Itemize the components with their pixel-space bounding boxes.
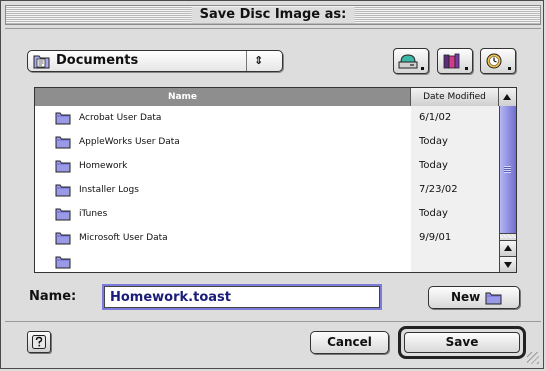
file-name: AppleWorks User Data [79, 137, 180, 147]
documents-folder-icon [33, 55, 50, 69]
name-cell: iTunes [35, 202, 411, 226]
list-item[interactable]: AppleWorks User Data Today [35, 130, 499, 154]
file-date: 6/1/02 [411, 106, 499, 130]
popup-divider [246, 51, 247, 71]
popup-arrows-icon: ⇕ [254, 54, 264, 67]
file-date: Today [411, 202, 499, 226]
list-item[interactable]: iTunes Today [35, 202, 499, 226]
list-item[interactable]: Installer Logs 7/23/02 [35, 178, 499, 202]
name-label: Name: [29, 289, 77, 304]
folder-name: Documents [56, 53, 139, 68]
scroll-down-arrow[interactable] [500, 256, 516, 272]
title-divider [5, 28, 541, 29]
help-icon [32, 335, 46, 349]
disk-shortcuts-icon [398, 54, 418, 69]
window-title: Save Disc Image as: [191, 7, 355, 23]
file-name: Homework [79, 161, 128, 171]
scroll-up-arrow[interactable] [500, 240, 516, 256]
recent-items-button[interactable] [480, 48, 516, 74]
disk-shortcuts-button[interactable] [393, 48, 429, 74]
bottom-divider [5, 321, 541, 322]
file-date: Today [411, 130, 499, 154]
column-header-name[interactable]: Name [35, 88, 411, 106]
file-name: Microsoft User Data [79, 233, 168, 243]
file-date: 9/9/01 [411, 226, 499, 250]
file-rows: Acrobat User Data 6/1/02 AppleWorks User… [35, 106, 499, 272]
name-cell: Acrobat User Data [35, 106, 411, 130]
file-name: Acrobat User Data [79, 113, 162, 123]
save-button[interactable]: Save [404, 332, 520, 353]
cancel-button[interactable]: Cancel [310, 331, 389, 354]
recent-items-icon [486, 53, 502, 69]
folder-icon [55, 184, 71, 197]
default-button-ring: Save [398, 326, 526, 359]
file-date: Today [411, 154, 499, 178]
folder-popup-menu[interactable]: Documents ⇕ [27, 50, 283, 72]
file-name-input[interactable] [102, 284, 382, 310]
file-list[interactable]: Name Date Modified Acrobat User Data 6/1… [34, 87, 517, 273]
favorites-icon [443, 53, 460, 69]
column-header-date-modified[interactable]: Date Modified [411, 88, 499, 106]
folder-icon [55, 160, 71, 173]
new-folder-label: New [451, 290, 481, 304]
file-date: 7/23/02 [411, 178, 499, 202]
new-folder-button[interactable]: New [428, 286, 520, 309]
file-date [411, 250, 499, 272]
list-header: Name Date Modified [35, 88, 516, 106]
file-name: iTunes [79, 209, 108, 219]
new-folder-icon [485, 292, 502, 305]
folder-icon [55, 232, 71, 245]
favorites-button[interactable] [437, 48, 473, 74]
scroll-thumb[interactable] [500, 106, 516, 234]
name-cell [35, 250, 411, 272]
scroll-grip-icon [504, 166, 511, 173]
list-item[interactable]: Microsoft User Data 9/9/01 [35, 226, 499, 250]
folder-icon [55, 112, 71, 125]
dropdown-indicator [421, 67, 424, 70]
dropdown-indicator [508, 67, 511, 70]
folder-icon [55, 256, 71, 269]
title-bar[interactable]: Save Disc Image as: [5, 5, 541, 25]
name-cell: AppleWorks User Data [35, 130, 411, 154]
list-item[interactable]: Homework Today [35, 154, 499, 178]
resize-grip-icon[interactable] [527, 352, 539, 364]
file-name: Installer Logs [79, 185, 139, 195]
name-cell: Microsoft User Data [35, 226, 411, 250]
help-button[interactable] [27, 331, 51, 353]
dropdown-indicator [465, 67, 468, 70]
sort-direction-icon[interactable] [499, 88, 516, 106]
save-dialog: Save Disc Image as: Documents ⇕ Name Dat… [0, 0, 544, 369]
list-item[interactable]: Acrobat User Data 6/1/02 [35, 106, 499, 130]
folder-icon [55, 136, 71, 149]
name-cell: Homework [35, 154, 411, 178]
name-cell: Installer Logs [35, 178, 411, 202]
folder-icon [55, 208, 71, 221]
list-item[interactable] [35, 250, 499, 272]
vertical-scrollbar[interactable] [499, 106, 516, 272]
